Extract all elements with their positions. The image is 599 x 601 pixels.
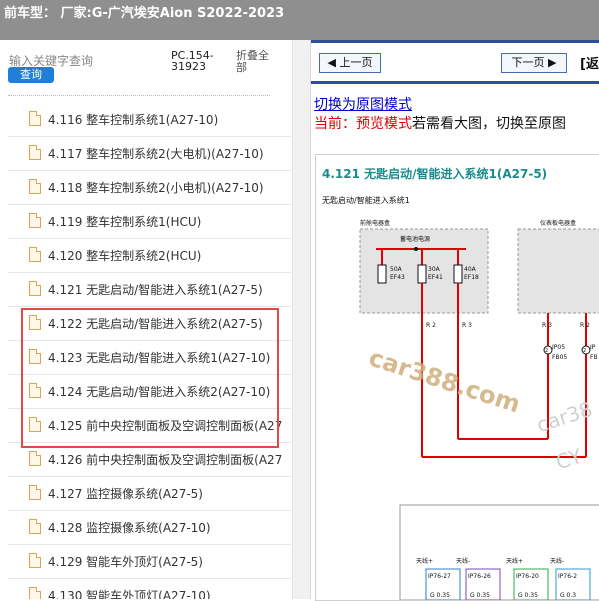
page-nav-bar: ◀ 上一页 下一页 ▶ [返 [311,40,599,84]
mode-status: 当前：预览模式若需看大图，切换至原图 [314,113,566,133]
diagram-frame: 4.121 无匙启动/智能进入系统1(A27-5) 无匙启动/智能进入系统1 前… [315,154,599,601]
list-item[interactable]: 4.119 整车控制系统1(HCU) [8,205,291,239]
fuse-code: EF41 [428,274,443,281]
list-item[interactable]: 4.128 监控摄像系统(A27-10) [8,511,291,545]
document-icon [29,247,41,262]
fuse-ef43 [377,264,387,284]
next-page-button[interactable]: 下一页 ▶ [501,53,567,73]
document-icon [29,451,41,466]
antenna-label: 天线- [550,557,564,565]
document-icon [29,179,41,194]
top-bar: 前车型： 厂家:G-广汽埃安Aion S2022-2023 [0,0,599,40]
diagram-subtitle: 无匙启动/智能进入系统1 [322,195,410,205]
list-item[interactable]: 4.127 监控摄像系统(A27-5) [8,477,291,511]
battery-label: 蓄电池电源 [400,235,430,243]
list-item[interactable]: 4.117 整车控制系统2(大电机)(A27-10) [8,137,291,171]
connector-pin-number: 2 [545,348,548,354]
search-area: 输入关键字查询 查询 PC.154-31923 折叠全部 [0,40,310,94]
fuse-ef18 [453,264,463,284]
list-item-label: 4.130 智能车外顶灯(A27-10) [48,589,211,599]
list-item[interactable]: 4.129 智能车外顶灯(A27-5) [8,545,291,579]
fuse-amp: 40A [464,266,477,273]
prev-page-button[interactable]: ◀ 上一页 [319,53,381,73]
document-icon [29,145,41,160]
document-icon [29,213,41,228]
document-icon [29,587,41,599]
pc-code: PC.154-31923 [171,49,214,73]
mode-hint: 若需看大图，切换至原图 [412,116,566,132]
connector-code: IP76-20 [516,573,539,580]
document-icon [29,485,41,500]
list-item[interactable]: 4.130 智能车外顶灯(A27-10) [8,579,291,599]
bus-node [414,247,418,251]
wire-spec: G 0.35 [518,592,538,599]
divider [8,95,270,96]
wire-spec: G 0.3 [560,592,576,599]
document-icon [29,519,41,534]
fuse-amp: 50A [390,266,403,273]
wire-spec: G 0.35 [470,592,490,599]
list-item-label: 4.129 智能车外顶灯(A27-5) [48,555,203,569]
sidebar: 输入关键字查询 查询 PC.154-31923 折叠全部 4.116 整车控制系… [0,40,311,599]
collapse-all-button[interactable]: 折叠全部 [236,50,276,74]
list-item[interactable]: 4.120 整车控制系统2(HCU) [8,239,291,273]
mode-prefix: 当前： [314,116,356,132]
connector-code: IP76-26 [468,573,491,580]
list-item-label: 4.121 无匙启动/智能进入系统1(A27-5) [48,283,263,297]
connector-code: FB05 [552,354,567,361]
diagram-title: 4.121 无匙启动/智能进入系统1(A27-5) [322,167,548,181]
list-item-label: 4.116 整车控制系统1(A27-10) [48,113,219,127]
front-box-label: 前舱电器盒 [360,219,390,227]
list-item[interactable]: 4.121 无匙启动/智能进入系统1(A27-5) [8,273,291,307]
fuse-code: EF18 [464,274,479,281]
document-icon [29,111,41,126]
list-item-label: 4.119 整车控制系统1(HCU) [48,215,202,229]
window-title: 前车型： 厂家:G-广汽埃安Aion S2022-2023 [4,6,285,21]
connector-code: IP76-27 [428,573,451,580]
wire-label: R 3 [462,322,472,329]
fuse-ef41 [417,264,427,284]
connector-code: IP [590,344,596,351]
list-item-label: 4.117 整车控制系统2(大电机)(A27-10) [48,147,264,161]
switch-original-mode-link[interactable]: 切换为原图模式 [314,94,412,114]
list-item-label: 4.118 整车控制系统2(小电机)(A27-10) [48,181,264,195]
prev-page-label: 上一页 [339,56,373,69]
list-item-label: 4.128 监控摄像系统(A27-10) [48,521,211,535]
fuse-code: EF43 [390,274,405,281]
list-item[interactable]: 4.118 整车控制系统2(小电机)(A27-10) [8,171,291,205]
antenna-label: 天线- [456,557,470,565]
document-icon [29,281,41,296]
query-button[interactable]: 查询 [8,67,54,83]
connector-code: IP05 [552,344,565,351]
fuse-amp: 30A [428,266,441,273]
list-item[interactable]: 4.126 前中央控制面板及空调控制面板(A27 [8,443,291,477]
wire-label: R 2 [580,322,590,329]
connector-code: IP76-2 [558,573,577,580]
antenna-label: 天线+ [416,557,433,565]
sidebar-scrollbar[interactable] [292,40,310,599]
connector-code: FB [590,354,598,361]
list-item[interactable]: 4.116 整车控制系统1(A27-10) [8,103,291,137]
back-link[interactable]: [返 [580,53,599,72]
list-item-label: 4.120 整车控制系统2(HCU) [48,249,202,263]
panel-fuse-box [517,228,599,314]
list-item-label: 4.126 前中央控制面板及空调控制面板(A27 [48,453,283,467]
wire-label: R 2 [426,322,436,329]
document-icon [29,553,41,568]
panel-box-label: 仪表板电器盒 [540,219,576,227]
selection-highlight [21,308,279,448]
connector-pin-number: 2 [583,348,586,354]
document-viewer: ◀ 上一页 下一页 ▶ [返 切换为原图模式 当前：预览模式若需看大图，切换至原… [311,40,599,601]
wire-spec: G 0.35 [430,592,450,599]
antenna-label: 天线+ [506,557,523,565]
wire-label: R 3 [542,322,552,329]
next-page-label: 下一页 [511,56,545,69]
mode-value: 预览模式 [356,116,412,132]
list-item-label: 4.127 监控摄像系统(A27-5) [48,487,203,501]
